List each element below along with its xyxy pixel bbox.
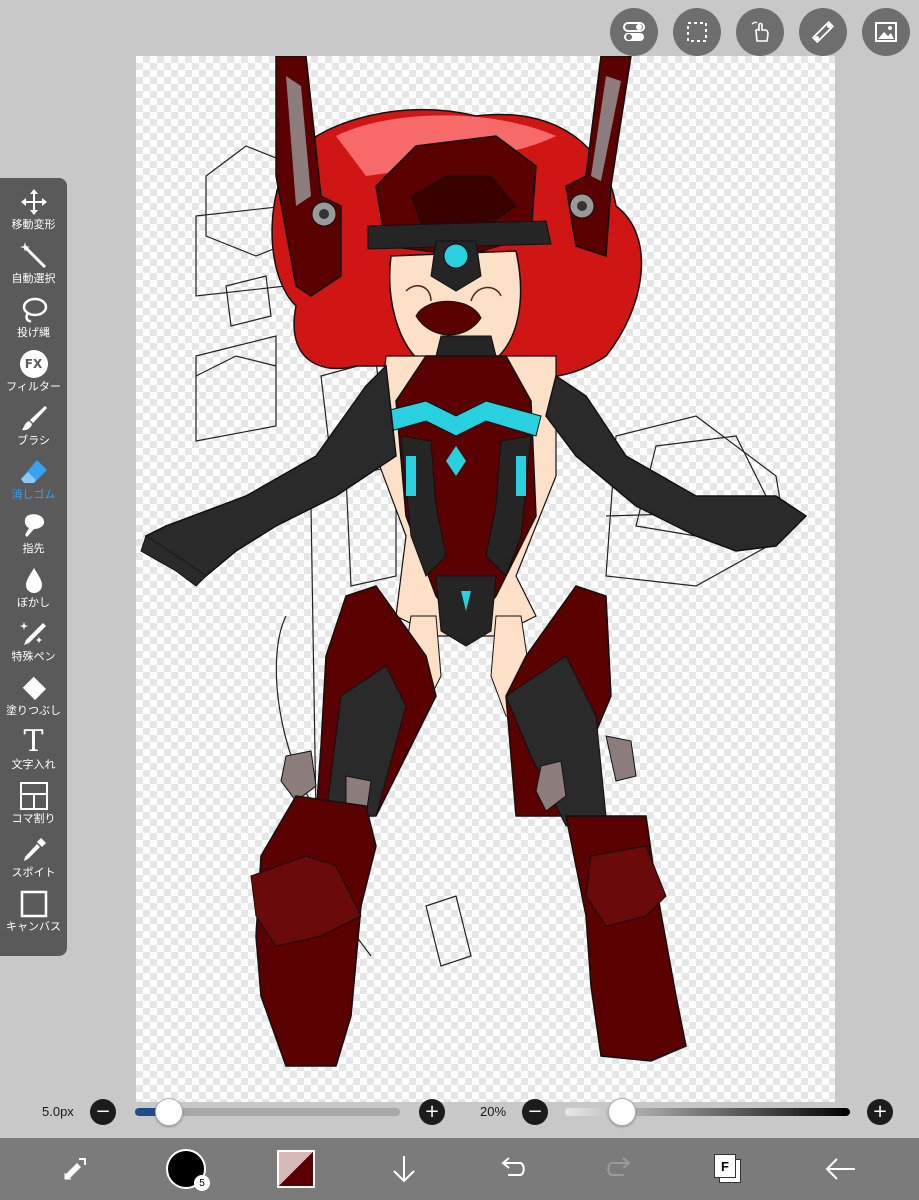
tool-special-pen[interactable]: 特殊ペン	[0, 618, 67, 672]
tool-label: 文字入れ	[11, 758, 56, 771]
text-icon: T	[23, 724, 44, 759]
quick-action-icon[interactable]	[45, 1138, 105, 1200]
tool-canvas[interactable]: キャンバス	[0, 888, 67, 942]
secondary-color-swatch[interactable]	[266, 1138, 326, 1200]
bottom-toolbar: 5 F	[0, 1138, 919, 1200]
brush-color-swatch[interactable]: 5	[156, 1138, 216, 1200]
tool-bucket-fill[interactable]: 塗りつぶし	[0, 672, 67, 726]
tool-label: フィルター	[6, 380, 61, 393]
tool-blur[interactable]: ぼかし	[0, 564, 67, 618]
panel-frame-icon	[17, 780, 51, 812]
special-pen-icon	[17, 618, 51, 650]
tool-label: スポイト	[11, 866, 56, 879]
artwork	[140, 56, 808, 1067]
tool-eraser[interactable]: 消しゴム	[0, 456, 67, 510]
layers-button[interactable]: F	[698, 1138, 758, 1200]
selection-icon[interactable]	[673, 8, 721, 56]
tool-label: ブラシ	[17, 434, 50, 447]
right-arm	[545, 374, 808, 552]
tool-label: 自動選択	[11, 272, 56, 285]
tool-lasso[interactable]: 投げ縄	[0, 294, 67, 348]
fx-filter-icon: FX	[17, 348, 51, 380]
left-arm	[144, 364, 397, 577]
tool-panel-frame[interactable]: コマ割り	[0, 780, 67, 834]
eraser-icon	[17, 456, 51, 488]
tool-eyedropper[interactable]: スポイト	[0, 834, 67, 888]
tool-label: ぼかし	[17, 596, 50, 609]
tool-label: 投げ縄	[17, 326, 50, 339]
move-transform-icon	[17, 186, 51, 218]
eyedropper-icon	[17, 834, 51, 866]
blur-drop-icon	[17, 564, 51, 596]
tool-text[interactable]: T 文字入れ	[0, 726, 67, 780]
color-badge: 5	[194, 1175, 210, 1191]
magic-wand-icon	[17, 240, 51, 272]
tool-label: 指先	[22, 542, 45, 555]
back-arrow-icon[interactable]	[810, 1138, 870, 1200]
tool-label: コマ割り	[11, 812, 56, 825]
download-arrow-icon[interactable]	[374, 1138, 434, 1200]
tool-label: キャンバス	[6, 920, 61, 933]
tool-label: 特殊ペン	[11, 650, 56, 663]
ruler-icon[interactable]	[799, 8, 847, 56]
tool-palette: 移動変形 自動選択 投げ縄 FX フィルター ブラシ 消しゴム 指先 ぼかし 特…	[0, 178, 67, 956]
tool-label: 消しゴム	[11, 488, 56, 501]
image-gallery-icon[interactable]	[862, 8, 910, 56]
brush-size-label: 5.0px	[42, 1104, 74, 1119]
hand-touch-icon[interactable]	[736, 8, 784, 56]
finger-smudge-icon	[17, 510, 51, 542]
brush-size-increase-button[interactable]: +	[419, 1099, 445, 1125]
bucket-fill-icon	[17, 672, 51, 704]
brush-size-slider-knob[interactable]	[155, 1098, 184, 1126]
opacity-increase-button[interactable]: +	[867, 1099, 893, 1125]
tool-label: 移動変形	[11, 218, 56, 231]
brush-size-decrease-button[interactable]: −	[90, 1099, 116, 1125]
redo-icon[interactable]	[590, 1138, 650, 1200]
tool-brush[interactable]: ブラシ	[0, 402, 67, 456]
undo-icon[interactable]	[482, 1138, 542, 1200]
brush-icon	[17, 402, 51, 434]
tool-filter[interactable]: FX フィルター	[0, 348, 67, 402]
layer-badge: F	[714, 1154, 736, 1178]
layer-toggle-icon[interactable]	[610, 8, 658, 56]
lasso-icon	[17, 294, 51, 326]
tool-smudge[interactable]: 指先	[0, 510, 67, 564]
opacity-label: 20%	[480, 1104, 507, 1119]
canvas-icon	[17, 888, 51, 920]
tool-move-transform[interactable]: 移動変形	[0, 186, 67, 240]
opacity-slider-knob[interactable]	[608, 1098, 636, 1126]
opacity-decrease-button[interactable]: −	[522, 1099, 548, 1125]
tool-auto-select[interactable]: 自動選択	[0, 240, 67, 294]
collar	[435, 335, 497, 357]
tool-label: 塗りつぶし	[5, 704, 62, 717]
drawing-canvas[interactable]	[136, 56, 835, 1102]
